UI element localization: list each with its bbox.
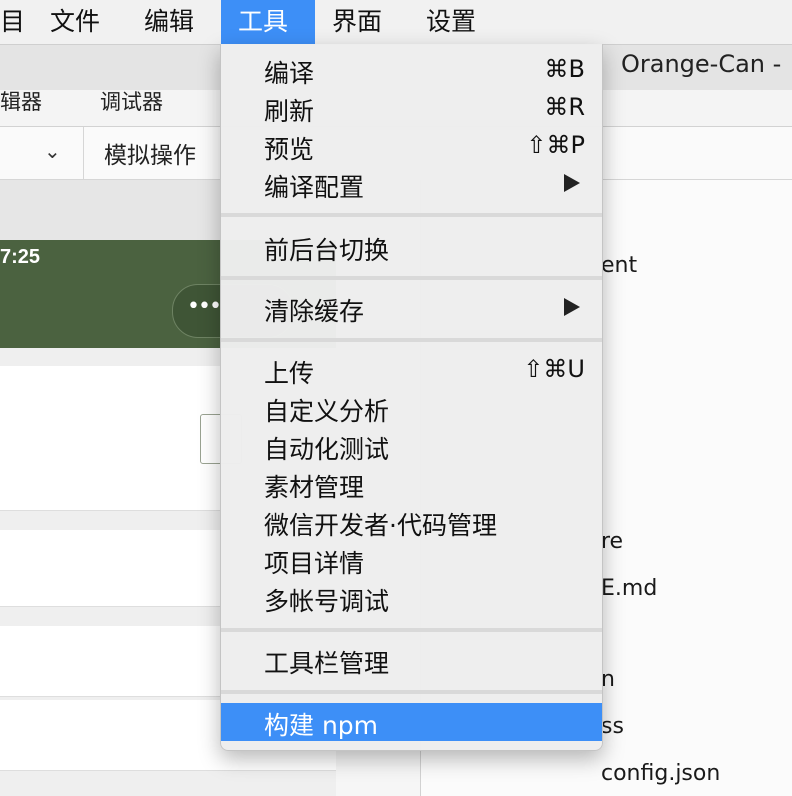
menu-upload[interactable]: 上传 ⇧⌘U [221, 351, 602, 389]
menu-item-label: 上传 [264, 359, 315, 388]
menu-item-label: 多帐号调试 [264, 587, 390, 616]
menu-code-management[interactable]: 微信开发者·代码管理 [221, 503, 602, 541]
menu-asset-management[interactable]: 素材管理 [221, 465, 602, 503]
toolbar-divider [83, 127, 84, 179]
menu-separator [221, 628, 602, 632]
file-tree-item[interactable]: ss [601, 714, 624, 739]
menu-custom-analysis[interactable]: 自定义分析 [221, 389, 602, 427]
file-tree-item[interactable]: re [601, 529, 623, 554]
menu-item-label: 编译 [264, 59, 315, 88]
chevron-down-icon[interactable]: ⌄ [44, 139, 61, 163]
menu-item-file[interactable]: 文件 [33, 0, 117, 44]
menu-item-label: 素材管理 [264, 473, 365, 502]
file-tree-item[interactable]: E.md [601, 576, 657, 601]
menu-automated-test[interactable]: 自动化测试 [221, 427, 602, 465]
tools-dropdown-menu: 编译 ⌘B 刷新 ⌘R 预览 ⇧⌘P 编译配置 前后台切换 清除缓存 上传 ⇧⌘… [220, 44, 603, 751]
menu-item-label: 前后台切换 [264, 236, 390, 265]
debugger-toggle[interactable]: 调试器 [100, 86, 163, 116]
editor-toggle[interactable]: 辑器 [0, 86, 42, 116]
menu-item-settings[interactable]: 设置 [409, 0, 493, 44]
menu-bar: 目 文件 编辑 工具 界面 设置 [0, 0, 792, 45]
menu-clear-cache[interactable]: 清除缓存 [221, 289, 602, 327]
menu-item-edit[interactable]: 编辑 [127, 0, 211, 44]
menu-item-label: 自定义分析 [264, 397, 390, 426]
menu-item-label: 微信开发者·代码管理 [264, 511, 497, 540]
menu-item-label: 预览 [264, 135, 315, 164]
triangle-right-icon [564, 174, 580, 192]
status-time: 7:25 [0, 246, 41, 268]
menu-item-label: 构建 npm [264, 711, 379, 740]
menu-item-label: 工具栏管理 [264, 649, 390, 678]
menu-preview[interactable]: 预览 ⇧⌘P [221, 127, 602, 165]
menu-item-label: 编译配置 [264, 173, 365, 202]
menu-item-label: 项目详情 [264, 549, 365, 578]
menu-build-npm[interactable]: 构建 npm [221, 703, 602, 741]
menu-separator [221, 338, 602, 342]
shortcut-label: ⇧⌘P [526, 131, 585, 159]
menu-item-tools[interactable]: 工具 [221, 0, 315, 44]
simulate-action-dropdown[interactable]: 模拟操作 [104, 136, 196, 170]
menu-foreground-background-switch[interactable]: 前后台切换 [221, 228, 602, 266]
shortcut-label: ⌘B [544, 55, 585, 83]
menu-project-details[interactable]: 项目详情 [221, 541, 602, 579]
file-tree-item[interactable]: config.json [601, 761, 720, 786]
menu-refresh[interactable]: 刷新 ⌘R [221, 89, 602, 127]
triangle-right-icon [564, 298, 580, 316]
file-tree-item[interactable]: ent [601, 253, 637, 278]
menu-compile[interactable]: 编译 ⌘B [221, 51, 602, 89]
menu-compile-config[interactable]: 编译配置 [221, 165, 602, 203]
shortcut-label: ⌘R [544, 93, 585, 121]
file-tree-item[interactable]: n [601, 667, 615, 692]
shortcut-label: ⇧⌘U [523, 355, 585, 383]
menu-item-label: 自动化测试 [264, 435, 390, 464]
menu-item-label: 刷新 [264, 97, 315, 126]
window-title: Orange-Can - [621, 50, 782, 78]
menu-item-label: 清除缓存 [264, 297, 365, 326]
menu-toolbar-management[interactable]: 工具栏管理 [221, 641, 602, 679]
menu-separator [221, 276, 602, 280]
menu-separator [221, 690, 602, 694]
menu-item-interface[interactable]: 界面 [315, 0, 399, 44]
menu-multi-account-debug[interactable]: 多帐号调试 [221, 579, 602, 617]
more-dots-icon[interactable]: ••• [187, 294, 222, 319]
menu-separator [221, 213, 602, 217]
